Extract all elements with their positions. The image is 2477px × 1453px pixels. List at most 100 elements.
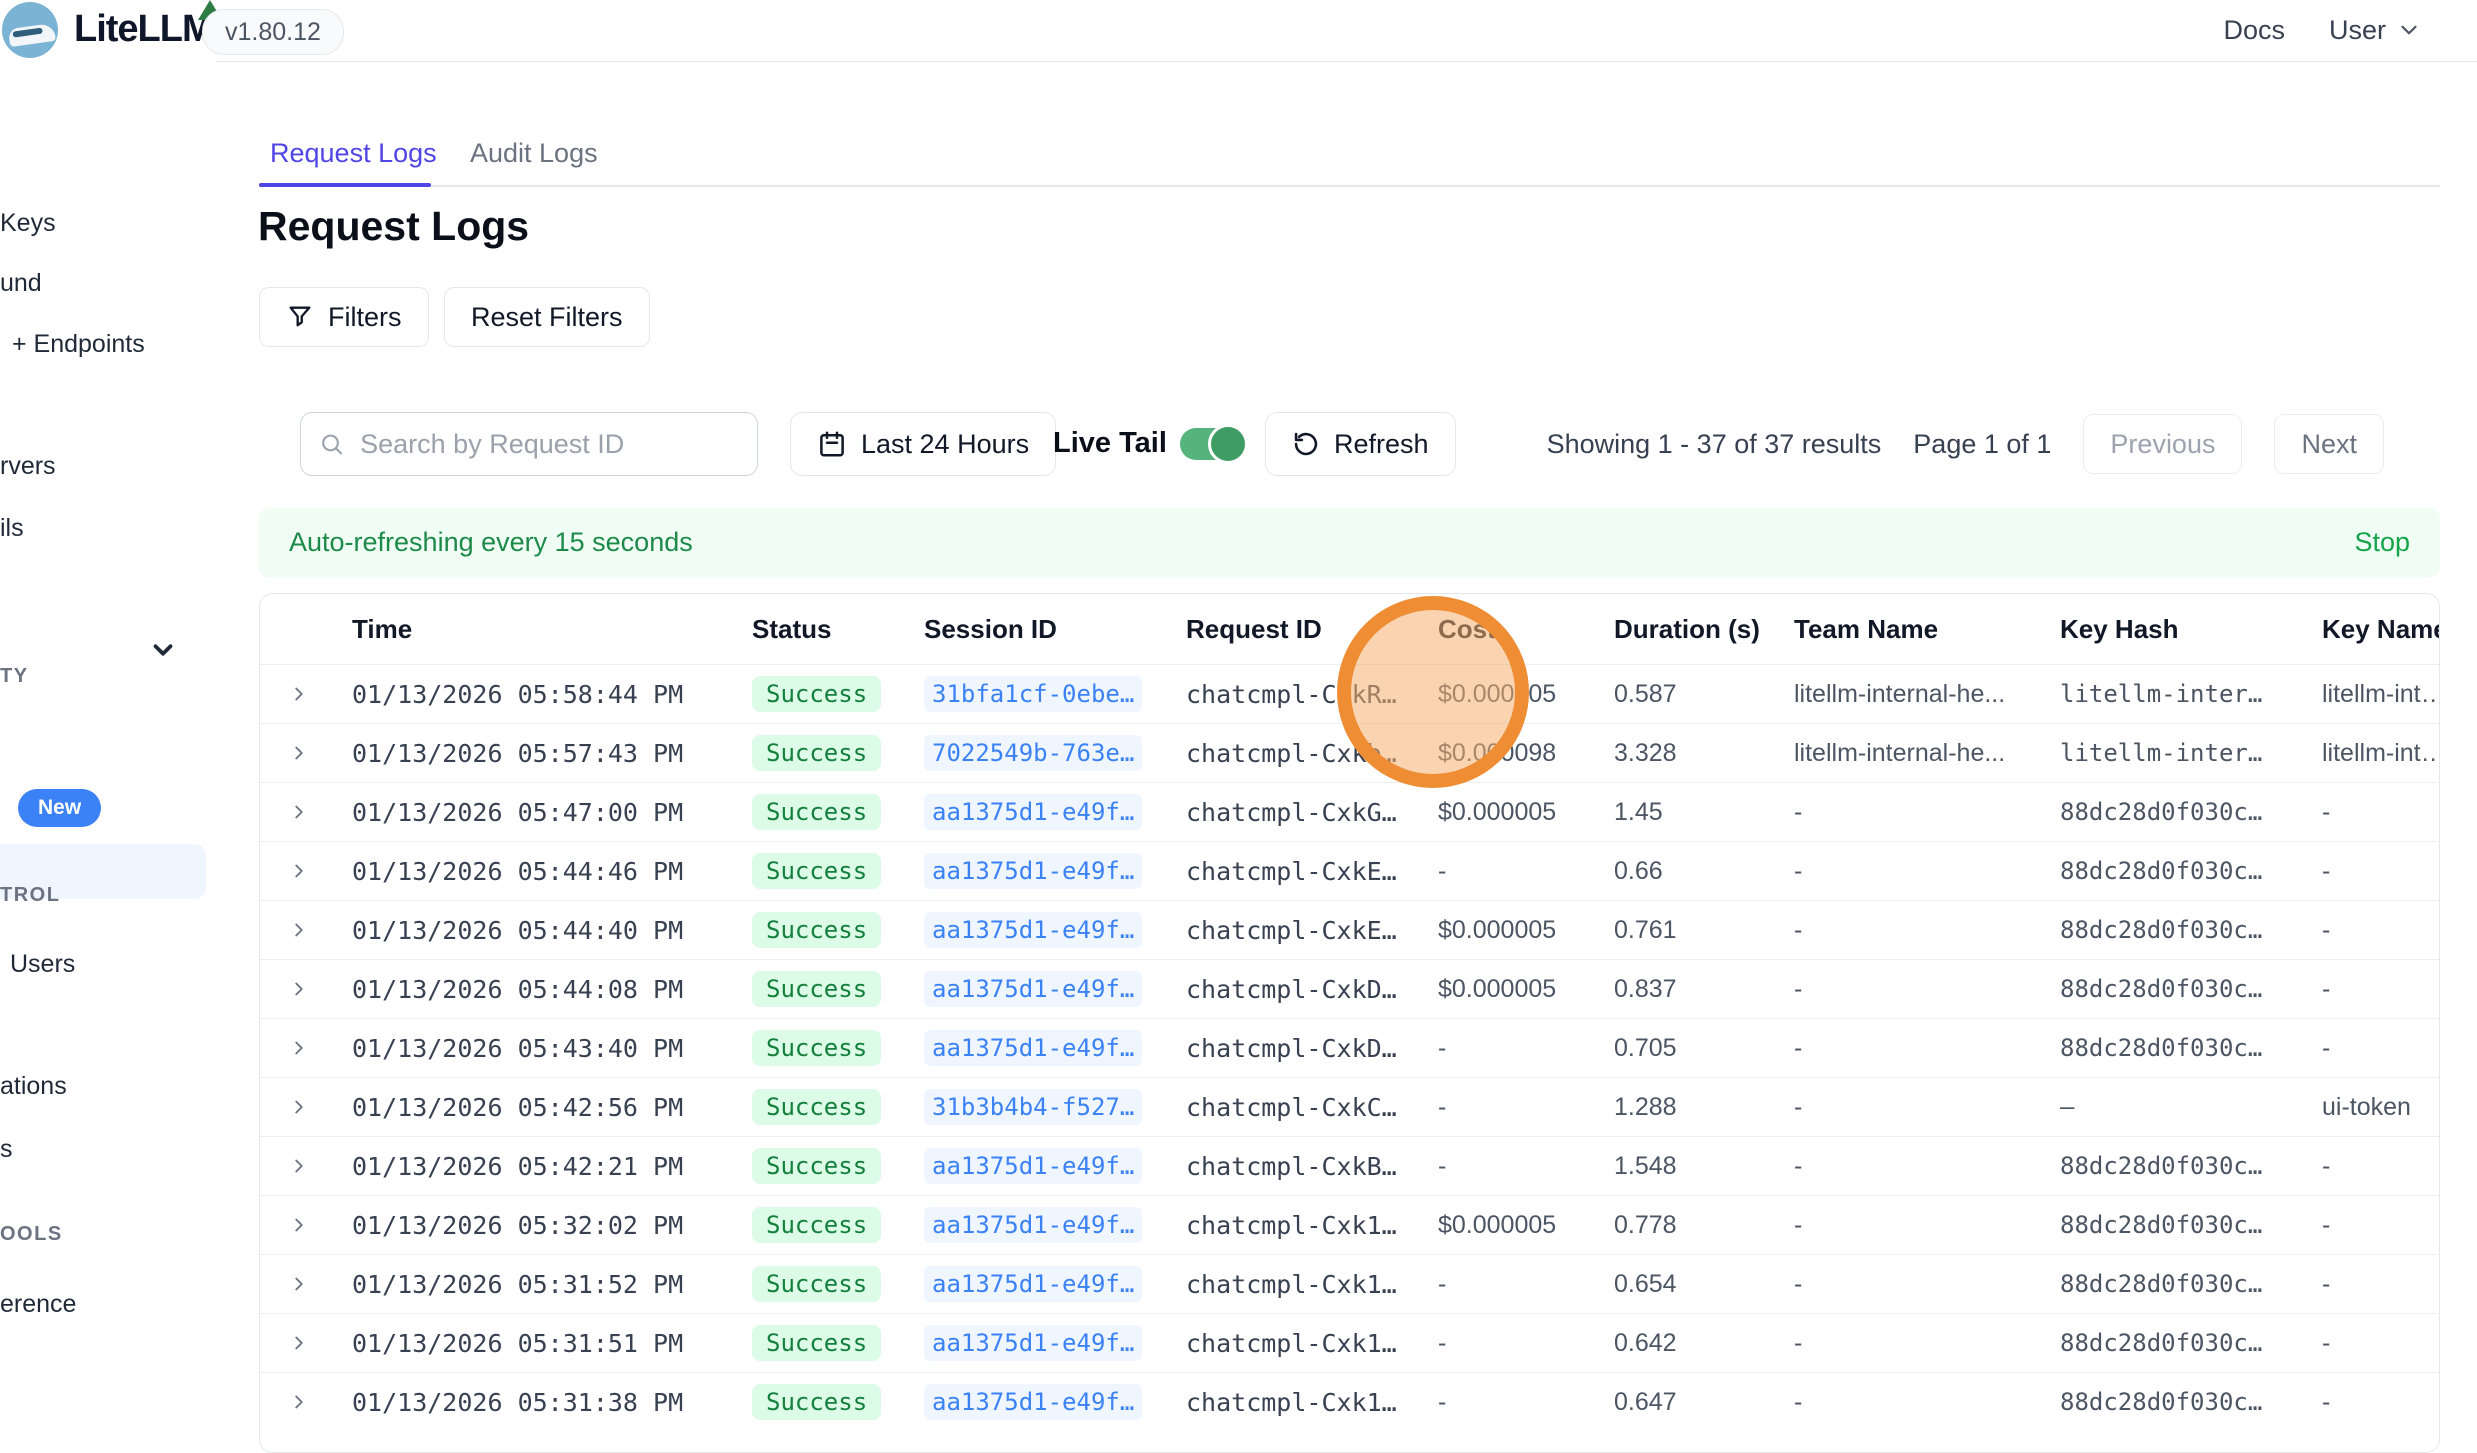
cell-key-name: litellm-int… (2322, 680, 2439, 709)
cell-key-hash: 88dc28d0f030c… (2060, 1152, 2322, 1180)
cell-key-name: - (2322, 975, 2439, 1004)
session-id-link[interactable]: aa1375d1-e49f… (924, 1325, 1142, 1361)
table-row[interactable]: 01/13/2026 05:32:02 PM Success aa1375d1-… (260, 1195, 2439, 1254)
table-row[interactable]: 01/13/2026 05:43:40 PM Success aa1375d1-… (260, 1018, 2439, 1077)
cell-status: Success (752, 1325, 924, 1361)
search-box[interactable] (300, 412, 758, 476)
session-id-link[interactable]: aa1375d1-e49f… (924, 912, 1142, 948)
sidebar-item-guardrails[interactable]: ils (0, 514, 24, 543)
cell-status: Success (752, 1089, 924, 1125)
cell-time: 01/13/2026 05:31:38 PM (352, 1388, 752, 1417)
row-expand-chevron-icon[interactable] (288, 978, 352, 1000)
col-header-team-name: Team Name (1794, 614, 2060, 645)
row-expand-chevron-icon[interactable] (288, 683, 352, 705)
cell-cost: $0.000005 (1438, 975, 1614, 1004)
cell-request-id: chatcmpl-CxkG… (1186, 798, 1438, 827)
sidebar-collapse-chevron-icon[interactable] (148, 635, 178, 665)
row-expand-chevron-icon[interactable] (288, 1037, 352, 1059)
session-id-link[interactable]: 7022549b-763e… (924, 735, 1142, 771)
tab-request-logs[interactable]: Request Logs (270, 138, 437, 169)
filters-button[interactable]: Filters (259, 287, 429, 347)
cell-duration: 3.328 (1614, 739, 1794, 768)
cell-time: 01/13/2026 05:44:08 PM (352, 975, 752, 1004)
session-id-link[interactable]: aa1375d1-e49f… (924, 1030, 1142, 1066)
cell-request-id: chatcmpl-Cxk1… (1186, 1211, 1438, 1240)
previous-page-button[interactable]: Previous (2083, 414, 2242, 474)
tab-audit-logs[interactable]: Audit Logs (470, 138, 598, 169)
table-row[interactable]: 01/13/2026 05:57:43 PM Success 7022549b-… (260, 723, 2439, 782)
sidebar-item-teams[interactable]: s (0, 1135, 13, 1164)
table-row[interactable]: 01/13/2026 05:58:44 PM Success 31bfa1cf-… (260, 664, 2439, 723)
table-row[interactable]: 01/13/2026 05:31:52 PM Success aa1375d1-… (260, 1254, 2439, 1313)
next-page-button[interactable]: Next (2274, 414, 2384, 474)
sidebar-item-reference[interactable]: erence (0, 1290, 76, 1319)
row-expand-chevron-icon[interactable] (288, 1096, 352, 1118)
new-badge: New (18, 789, 101, 827)
cell-session-id: aa1375d1-e49f… (924, 1207, 1186, 1243)
table-row[interactable]: 01/13/2026 05:31:38 PM Success aa1375d1-… (260, 1372, 2439, 1431)
row-expand-chevron-icon[interactable] (288, 1273, 352, 1295)
cell-team-name: - (1794, 1152, 2060, 1181)
session-id-link[interactable]: aa1375d1-e49f… (924, 853, 1142, 889)
cell-team-name: - (1794, 1211, 2060, 1240)
reset-filters-button[interactable]: Reset Filters (444, 287, 650, 347)
table-row[interactable]: 01/13/2026 05:44:08 PM Success aa1375d1-… (260, 959, 2439, 1018)
docs-link[interactable]: Docs (2223, 15, 2285, 46)
live-tail-toggle[interactable] (1180, 428, 1246, 460)
cell-request-id: chatcmpl-CxkB… (1186, 1152, 1438, 1181)
row-expand-chevron-icon[interactable] (288, 919, 352, 941)
cell-duration: 0.587 (1614, 680, 1794, 709)
session-id-link[interactable]: aa1375d1-e49f… (924, 1148, 1142, 1184)
cell-key-hash: 88dc28d0f030c… (2060, 1211, 2322, 1239)
table-row[interactable]: 01/13/2026 05:47:00 PM Success aa1375d1-… (260, 782, 2439, 841)
session-id-link[interactable]: aa1375d1-e49f… (924, 1207, 1142, 1243)
row-expand-chevron-icon[interactable] (288, 742, 352, 764)
cell-request-id: chatcmpl-CxkE… (1186, 857, 1438, 886)
cell-request-id: chatcmpl-Cxk1… (1186, 1388, 1438, 1417)
status-badge: Success (752, 1148, 881, 1184)
row-expand-chevron-icon[interactable] (288, 801, 352, 823)
row-expand-chevron-icon[interactable] (288, 860, 352, 882)
table-row[interactable]: 01/13/2026 05:44:46 PM Success aa1375d1-… (260, 841, 2439, 900)
status-badge: Success (752, 794, 881, 830)
session-id-link[interactable]: 31bfa1cf-0ebe… (924, 676, 1142, 712)
cell-status: Success (752, 971, 924, 1007)
table-row[interactable]: 01/13/2026 05:31:51 PM Success aa1375d1-… (260, 1313, 2439, 1372)
cell-duration: 0.778 (1614, 1211, 1794, 1240)
refresh-icon (1292, 430, 1320, 458)
chevron-down-icon (2396, 17, 2422, 43)
sidebar-item-organizations[interactable]: ations (0, 1072, 67, 1101)
search-input[interactable] (358, 428, 739, 461)
time-range-button[interactable]: Last 24 Hours (790, 412, 1056, 476)
stop-auto-refresh-button[interactable]: Stop (2354, 527, 2410, 558)
toggle-knob (1208, 424, 1248, 464)
table-row[interactable]: 01/13/2026 05:42:56 PM Success 31b3b4b4-… (260, 1077, 2439, 1136)
cell-key-name: - (2322, 916, 2439, 945)
table-row[interactable]: 01/13/2026 05:42:21 PM Success aa1375d1-… (260, 1136, 2439, 1195)
session-id-link[interactable]: aa1375d1-e49f… (924, 1266, 1142, 1302)
cell-status: Success (752, 735, 924, 771)
cell-cost: - (1438, 1034, 1614, 1063)
row-expand-chevron-icon[interactable] (288, 1391, 352, 1413)
sidebar-item-keys[interactable]: Keys (0, 209, 56, 238)
table-row[interactable]: 01/13/2026 05:44:40 PM Success aa1375d1-… (260, 900, 2439, 959)
sidebar-item-servers[interactable]: rvers (0, 452, 56, 481)
session-id-link[interactable]: aa1375d1-e49f… (924, 971, 1142, 1007)
user-menu[interactable]: User (2329, 15, 2422, 46)
session-id-link[interactable]: 31b3b4b4-f527… (924, 1089, 1142, 1125)
row-expand-chevron-icon[interactable] (288, 1332, 352, 1354)
col-header-status: Status (752, 614, 924, 645)
refresh-button[interactable]: Refresh (1265, 412, 1456, 476)
session-id-link[interactable]: aa1375d1-e49f… (924, 1384, 1142, 1420)
row-expand-chevron-icon[interactable] (288, 1155, 352, 1177)
row-expand-chevron-icon[interactable] (288, 1214, 352, 1236)
session-id-link[interactable]: aa1375d1-e49f… (924, 794, 1142, 830)
col-header-duration: Duration (s) (1614, 614, 1794, 645)
sidebar-item-models-endpoints[interactable]: + Endpoints (12, 330, 145, 359)
cell-key-hash: 88dc28d0f030c… (2060, 857, 2322, 885)
cell-duration: 0.642 (1614, 1329, 1794, 1358)
cell-request-id: chatcmpl-Cxk1… (1186, 1329, 1438, 1358)
sidebar-item-users[interactable]: Users (10, 950, 75, 979)
sidebar-item-playground[interactable]: und (0, 269, 42, 298)
cell-status: Success (752, 1384, 924, 1420)
